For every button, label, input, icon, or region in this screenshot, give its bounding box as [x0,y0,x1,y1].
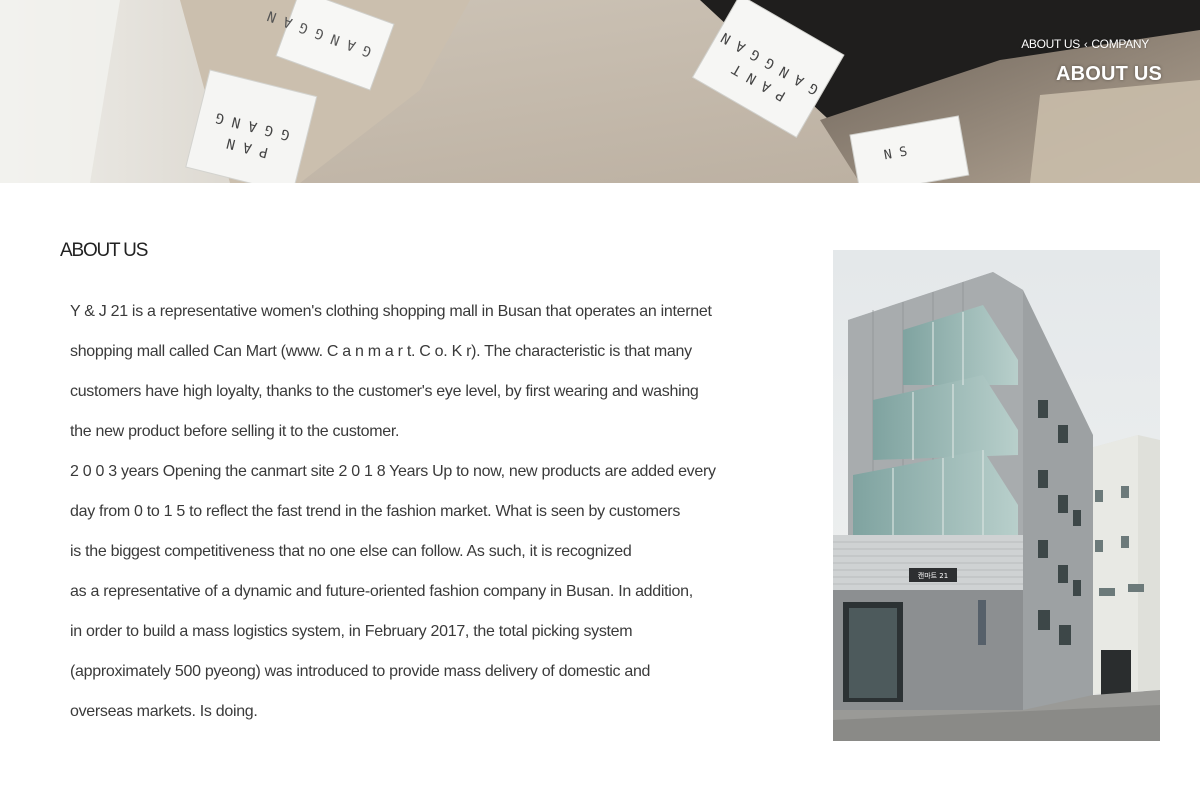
description-line: 2 0 0 3 years Opening the canmart site 2… [70,463,716,480]
description-line: the new product before selling it to the… [70,423,400,440]
description-line: overseas markets. Is doing. [70,703,258,720]
description-line: customers have high loyalty, thanks to t… [70,383,699,400]
description-line: shopping mall called Can Mart (www. C a … [70,343,692,360]
description-line: as a representative of a dynamic and fut… [70,583,693,600]
building-sign: 캔마트 21 [918,571,948,580]
description-line: is the biggest competitiveness that no o… [70,543,632,560]
hero-fabric-image: G A N G G A N G G A N G P A N G A N G G … [0,0,1200,183]
description-line: in order to build a mass logistics syste… [70,623,633,640]
breadcrumb-current[interactable]: ABOUT US [1021,37,1080,51]
breadcrumb-separator-icon: ‹ [1083,39,1088,51]
hero-banner: G A N G G A N G G A N G P A N G A N G G … [0,0,1200,183]
description-line: day from 0 to 1 5 to reflect the fast tr… [70,503,681,520]
description-line: Y & J 21 is a representative women's clo… [70,303,712,320]
breadcrumb: ABOUT US ‹ COMPANY [1021,37,1149,51]
breadcrumb-parent[interactable]: COMPANY [1091,37,1149,51]
description-line: (approximately 500 pyeong) was introduce… [70,663,651,680]
building-illustration: 캔마트 21 [833,250,1160,741]
section-title: ABOUT US [60,240,148,261]
about-description: Y & J 21 is a representative women's clo… [70,292,815,732]
building-photo: 캔마트 21 [833,250,1160,741]
hero-title: ABOUT US [1055,63,1162,85]
